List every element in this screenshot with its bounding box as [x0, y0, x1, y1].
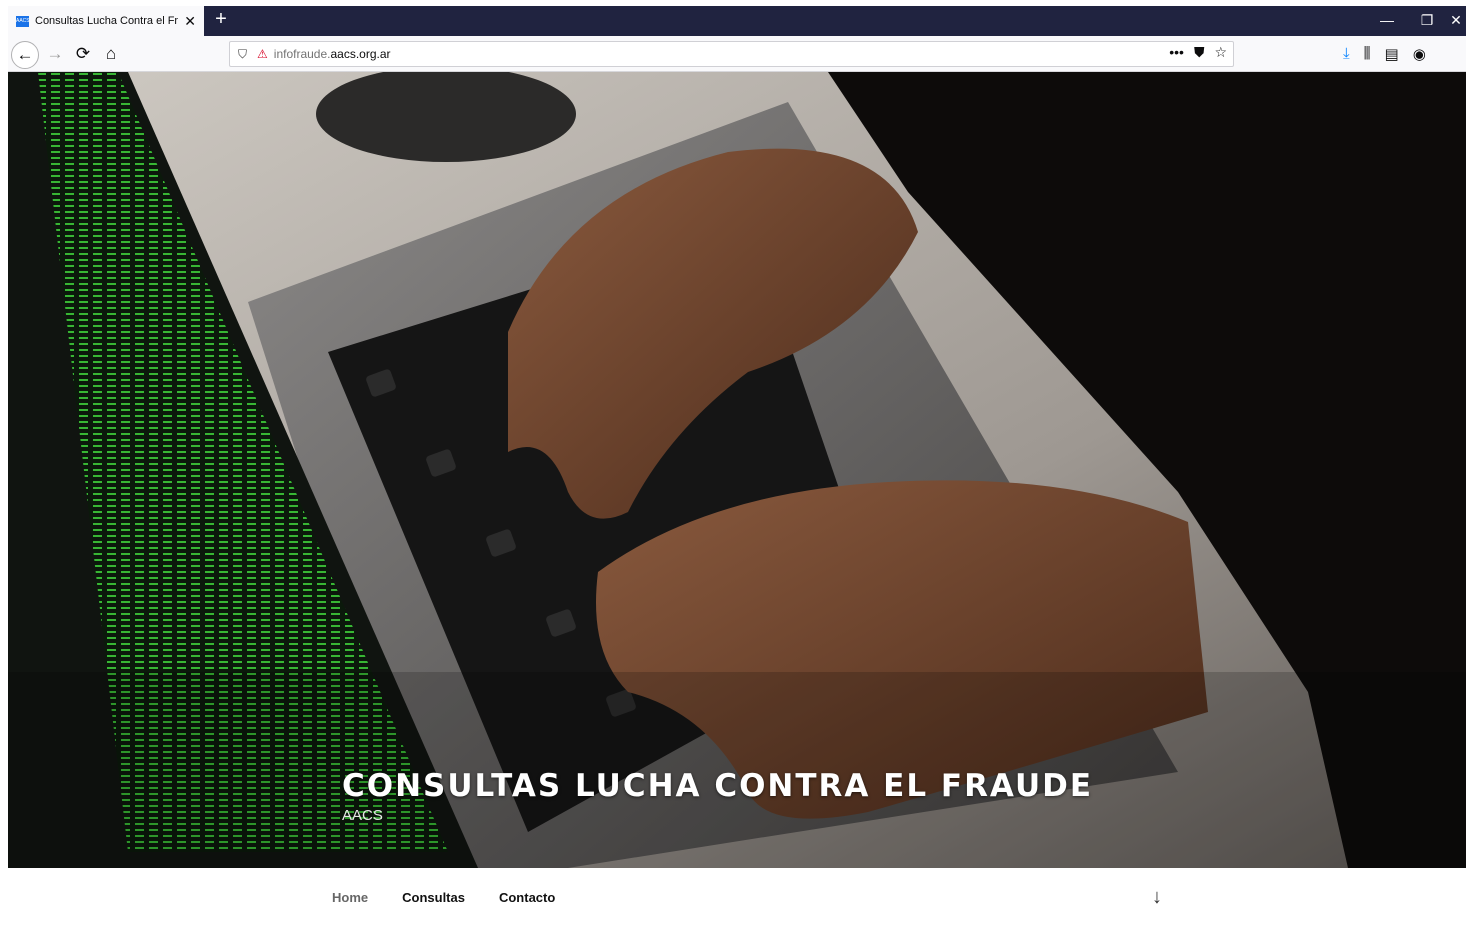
site-tagline: AACS — [342, 807, 383, 824]
nav-link-contacto[interactable]: Contacto — [499, 890, 555, 905]
scroll-down-arrow-icon[interactable]: ↓ — [1152, 886, 1162, 909]
page-actions-icon[interactable]: ••• — [1169, 44, 1184, 61]
hero-image — [8, 72, 1466, 868]
bookmark-star-icon[interactable]: ☆ — [1214, 44, 1227, 61]
account-icon[interactable]: ◉ — [1413, 45, 1426, 63]
tab-close-icon[interactable]: ✕ — [184, 13, 196, 30]
downloads-icon[interactable]: ⤓ — [1343, 45, 1350, 63]
nav-link-consultas[interactable]: Consultas — [402, 890, 465, 905]
browser-navbar: ← → ⟳ ⌂ ⛉ ⚠ infofraude.aacs.org.ar ••• ⛊… — [8, 36, 1466, 72]
site-title[interactable]: CONSULTAS LUCHA CONTRA EL FRAUDE — [342, 768, 1093, 804]
reload-button[interactable]: ⟳ — [69, 41, 97, 69]
site-favicon-icon: AACS — [16, 15, 30, 27]
insecure-connection-icon[interactable]: ⚠ — [257, 47, 268, 61]
window-restore-button[interactable]: ❐ — [1412, 8, 1442, 32]
forward-button[interactable]: → — [41, 41, 69, 69]
hero-banner: CONSULTAS LUCHA CONTRA EL FRAUDE AACS — [8, 72, 1466, 868]
back-button[interactable]: ← — [11, 41, 39, 69]
sidebar-icon[interactable]: ▤ — [1385, 45, 1399, 63]
library-icon[interactable]: ⫼ — [1364, 45, 1371, 63]
url-domain: aacs.org.ar — [330, 47, 391, 61]
new-tab-button[interactable]: + — [210, 8, 232, 32]
url-subdomain: infofraude. — [273, 47, 331, 61]
window-close-button[interactable]: ✕ — [1446, 8, 1466, 32]
nav-link-home[interactable]: Home — [332, 890, 368, 905]
browser-tab-active[interactable]: AACS Consultas Lucha Contra el Frau ✕ — [8, 6, 204, 36]
tracking-shield-icon[interactable]: ⛉ — [238, 47, 247, 62]
pocket-icon[interactable]: ⛊ — [1194, 44, 1205, 61]
site-navigation: Home Consultas Contacto — [332, 890, 555, 905]
home-button[interactable]: ⌂ — [97, 41, 125, 69]
url-bar[interactable]: ⛉ ⚠ infofraude.aacs.org.ar ••• ⛊ ☆ — [229, 41, 1234, 67]
tab-title: Consultas Lucha Contra el Frau — [35, 15, 179, 27]
url-text: infofraude.aacs.org.ar — [274, 47, 391, 61]
window-minimize-button[interactable]: — — [1372, 8, 1402, 32]
